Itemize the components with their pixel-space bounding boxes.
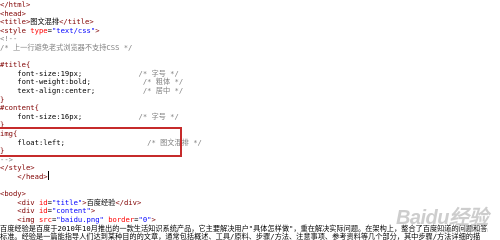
code-token-tag: >: [95, 25, 100, 35]
highlight-box: [0, 127, 182, 157]
code-token-comment: /* 上一行避免老式浏览器不支持CSS */: [0, 43, 133, 52]
code-token-val: "text/css": [51, 25, 96, 35]
code-line[interactable]: font-size:16px; /* 字号 */: [0, 111, 179, 122]
baidu-watermark: Baidu经验 jingyan.baidu.com: [395, 201, 489, 234]
code-line[interactable]: /* 上一行避免老式浏览器不支持CSS */: [0, 42, 132, 53]
code-token-tag: </div>: [115, 197, 142, 207]
code-token-attr: type: [30, 25, 48, 35]
code-token-cval: center: [64, 86, 91, 95]
code-line[interactable]: </head>: [0, 171, 49, 182]
code-token-comment: /* 字号 */: [82, 111, 179, 121]
code-token-prop: font-size:: [0, 111, 61, 121]
code-token-cval: 16px: [60, 111, 78, 121]
code-token-comment: /* 居中 */: [95, 86, 184, 95]
code-token-prop: text-align:: [0, 86, 65, 95]
code-token-tag: </head>: [0, 172, 48, 181]
text-caret: [47, 171, 49, 180]
code-line[interactable]: text-align:center; /* 居中 */: [0, 85, 183, 96]
watermark-logo: Baidu经验: [395, 207, 489, 229]
